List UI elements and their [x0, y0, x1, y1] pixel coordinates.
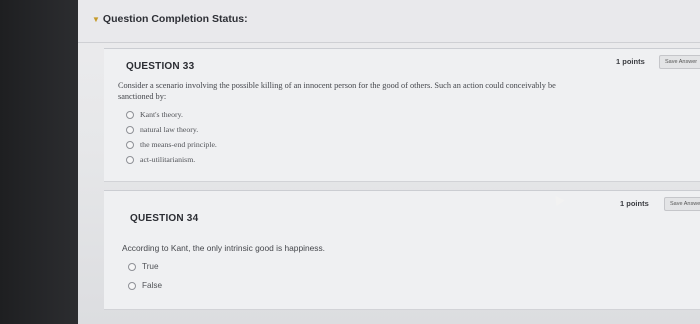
- radio-button[interactable]: [128, 281, 136, 290]
- save-answer-button-34[interactable]: Save Answer: [664, 197, 700, 211]
- question-34-title: QUESTION 34: [130, 213, 199, 224]
- option-act-utilitarianism[interactable]: act-utilitarianism.: [126, 155, 195, 164]
- question-33-points: 1 points: [616, 57, 645, 66]
- left-bezel: [0, 0, 78, 324]
- completion-status-title[interactable]: ▼ Question Completion Status:: [92, 13, 248, 25]
- option-natural-law-theory[interactable]: natural law theory.: [126, 125, 198, 134]
- option-label: act-utilitarianism.: [140, 155, 196, 164]
- option-kants-theory[interactable]: Kant's theory.: [126, 110, 183, 119]
- option-label: the means-end principle.: [140, 140, 217, 149]
- radio-button[interactable]: [128, 262, 136, 271]
- expand-triangle-icon[interactable]: ▼: [92, 15, 100, 24]
- question-33-title: QUESTION 33: [126, 61, 195, 72]
- question-33-prompt: Consider a scenario involving the possib…: [118, 81, 556, 101]
- completion-status-bar[interactable]: ▼ Question Completion Status:: [78, 0, 700, 43]
- radio-button[interactable]: [126, 110, 134, 119]
- option-label: True: [142, 262, 159, 271]
- radio-button[interactable]: [126, 140, 134, 149]
- quiz-page: ▼ Question Completion Status: QUESTION 33…: [78, 0, 700, 324]
- question-34-points: 1 points: [620, 199, 649, 208]
- question-33-card: QUESTION 33 1 points Save Answer Conside…: [104, 48, 700, 182]
- option-true[interactable]: True: [128, 262, 159, 271]
- option-label: Kant's theory.: [140, 110, 183, 119]
- radio-button[interactable]: [126, 155, 134, 164]
- question-34-prompt: According to Kant, the only intrinsic go…: [122, 243, 325, 253]
- save-answer-button-33[interactable]: Save Answer: [659, 55, 700, 69]
- option-label: False: [142, 281, 163, 290]
- option-label: natural law theory.: [140, 125, 199, 134]
- question-34-card: QUESTION 34 1 points Save Answer Accordi…: [104, 190, 700, 310]
- option-false[interactable]: False: [128, 281, 162, 290]
- radio-button[interactable]: [126, 125, 134, 134]
- option-means-end-principle[interactable]: the means-end principle.: [126, 140, 217, 149]
